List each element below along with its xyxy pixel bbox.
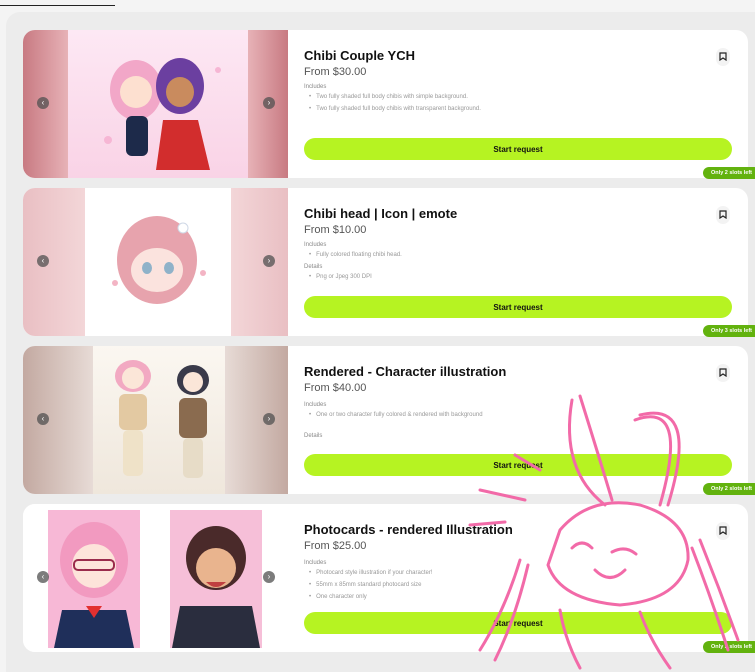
listing-price: From $10.00 bbox=[304, 224, 367, 236]
slots-badge: Only 2 slots left bbox=[703, 483, 755, 495]
listing-image bbox=[48, 510, 140, 648]
includes-heading: Includes bbox=[304, 560, 327, 566]
chevron-right-icon[interactable]: › bbox=[263, 255, 275, 267]
carousel-next-image bbox=[231, 188, 288, 336]
carousel-next-image bbox=[225, 346, 288, 494]
image-carousel: ‹ › bbox=[23, 346, 288, 494]
image-carousel: ‹ › bbox=[23, 188, 288, 336]
bookmark-icon bbox=[719, 526, 727, 535]
listing-title: Chibi Couple YCH bbox=[304, 48, 415, 63]
bookmark-icon bbox=[719, 210, 727, 219]
listing-title: Chibi head | Icon | emote bbox=[304, 206, 458, 221]
includes-item: Fully colored floating chibi head. bbox=[309, 252, 402, 258]
includes-heading: Includes bbox=[304, 242, 327, 248]
listing-card: ‹ › Photocards - rendered Illustration F… bbox=[23, 504, 755, 653]
bookmark-button[interactable] bbox=[716, 522, 730, 540]
chevron-left-icon[interactable]: ‹ bbox=[37, 571, 49, 583]
listing-image bbox=[85, 188, 231, 336]
includes-heading: Includes bbox=[304, 84, 327, 90]
carousel-prev-image bbox=[23, 188, 85, 336]
listing-title: Photocards - rendered Illustration bbox=[304, 522, 513, 537]
photocard-illustration-girl bbox=[54, 522, 134, 648]
includes-item: 55mm x 85mm standard photocard size bbox=[309, 582, 421, 588]
listing-price: From $25.00 bbox=[304, 540, 367, 552]
includes-heading: Includes bbox=[304, 402, 327, 408]
photocard-illustration-boy bbox=[172, 526, 260, 648]
image-carousel: ‹ › bbox=[23, 504, 288, 652]
carousel-prev-image bbox=[23, 346, 93, 494]
chevron-left-icon[interactable]: ‹ bbox=[37, 97, 49, 109]
slots-badge: Only 2 slots left bbox=[703, 167, 755, 179]
includes-item: Photocard style illustration if your cha… bbox=[309, 570, 432, 576]
includes-item: Two fully shaded full body chibis with s… bbox=[309, 94, 468, 100]
listing-image bbox=[93, 346, 225, 494]
bookmark-button[interactable] bbox=[716, 206, 730, 224]
bookmark-icon bbox=[719, 52, 727, 61]
details-heading: Details bbox=[304, 264, 323, 270]
bookmark-button[interactable] bbox=[716, 48, 730, 66]
includes-item: One character only bbox=[309, 594, 367, 600]
start-request-button[interactable]: Start request bbox=[304, 296, 732, 318]
start-request-button[interactable]: Start request bbox=[304, 612, 732, 634]
details-heading: Details bbox=[304, 433, 323, 439]
listing-card: ‹ › Rendered - Character illustration Fr… bbox=[23, 346, 755, 495]
start-request-button[interactable]: Start request bbox=[304, 454, 732, 476]
listing-price: From $30.00 bbox=[304, 66, 367, 78]
chevron-right-icon[interactable]: › bbox=[263, 571, 275, 583]
start-request-button[interactable]: Start request bbox=[304, 138, 732, 160]
slots-badge: Only 2 slots left bbox=[703, 641, 755, 653]
includes-item: Two fully shaded full body chibis with t… bbox=[309, 106, 481, 112]
listing-price: From $40.00 bbox=[304, 382, 367, 394]
listing-image bbox=[170, 510, 262, 648]
image-carousel: ‹ › bbox=[23, 30, 288, 178]
includes-item: One or two character fully colored & ren… bbox=[309, 412, 482, 418]
listing-image bbox=[68, 30, 248, 178]
chevron-left-icon[interactable]: ‹ bbox=[37, 413, 49, 425]
bookmark-button[interactable] bbox=[716, 364, 730, 382]
chevron-right-icon[interactable]: › bbox=[263, 97, 275, 109]
chevron-right-icon[interactable]: › bbox=[263, 413, 275, 425]
listing-title: Rendered - Character illustration bbox=[304, 364, 507, 379]
chibi-couple-illustration bbox=[104, 58, 221, 170]
character-illustration bbox=[115, 360, 209, 478]
chevron-left-icon[interactable]: ‹ bbox=[37, 255, 49, 267]
listing-card: ‹ › Chibi head | Icon | emote From $10.0… bbox=[23, 188, 755, 337]
listing-card: ‹ › Chibi Couple YCH From $30.00 Include… bbox=[23, 30, 755, 179]
bookmark-icon bbox=[719, 368, 727, 377]
chibi-head-illustration bbox=[112, 216, 206, 304]
top-divider bbox=[0, 5, 115, 6]
details-item: Png or Jpeg 300 DPI bbox=[309, 274, 372, 280]
slots-badge: Only 3 slots left bbox=[703, 325, 755, 337]
